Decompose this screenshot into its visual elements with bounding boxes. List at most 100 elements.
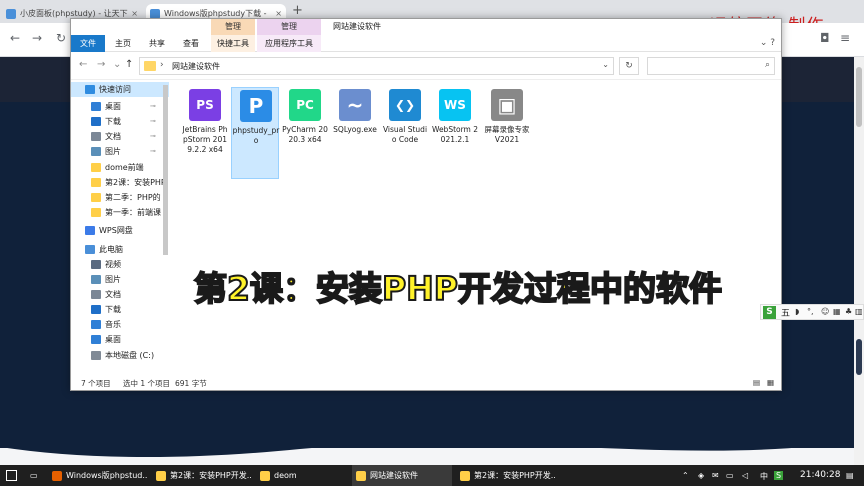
file-item[interactable]: ~ SQLyog.exe — [331, 87, 379, 179]
file-item[interactable]: PC PyCharm 2020.3 x64 — [281, 87, 329, 179]
item-count: 7 个项目 — [81, 379, 111, 388]
back-icon[interactable]: ← — [10, 31, 20, 45]
ime-language[interactable]: 中 — [760, 471, 768, 482]
reload-icon[interactable]: ↻ — [56, 31, 66, 45]
large-icons-view-icon[interactable]: ▦ — [767, 378, 774, 387]
tab-title: Windows版phpstudy下载 - — [164, 9, 267, 18]
halfwidth-icon[interactable]: ◗ — [795, 307, 799, 316]
emoji-icon[interactable]: ☺ — [821, 307, 829, 316]
forward-icon[interactable]: → — [97, 59, 105, 70]
nav-item[interactable]: 第2课：安装PHP — [71, 175, 169, 190]
keyboard-icon[interactable]: ▦ — [833, 307, 841, 316]
file-item[interactable]: WS WebStorm 2021.2.1 — [431, 87, 479, 179]
clock[interactable]: 21:40:28 — [800, 470, 840, 480]
details-view-icon[interactable]: ▤ — [753, 378, 760, 387]
pin-icon[interactable]: ⊸ — [150, 144, 156, 159]
nav-pane-scrollbar[interactable] — [163, 85, 168, 255]
nav-item[interactable]: 文档 — [71, 287, 169, 302]
up-icon[interactable]: ↑ — [125, 59, 133, 70]
manage-context-header[interactable]: 管理 — [257, 19, 321, 35]
file-item[interactable]: ▣ 屏幕录像专家V2021 — [483, 87, 531, 179]
network-icon[interactable]: ▭ — [726, 471, 734, 480]
page-scrollbar[interactable] — [854, 57, 864, 465]
nav-item[interactable]: 此电脑 — [71, 242, 169, 257]
nav-item[interactable]: dome前端 — [71, 160, 169, 175]
menu-icon[interactable]: ≡ — [840, 31, 850, 45]
nav-item[interactable]: 文档 ⊸ — [71, 129, 169, 144]
pin-icon[interactable]: ⊸ — [150, 129, 156, 144]
path-segment[interactable]: 网站建设软件 — [172, 61, 220, 72]
chevron-right-icon[interactable]: › — [160, 60, 164, 70]
taskbar-item[interactable]: 网站建设软件 — [352, 465, 452, 486]
ime-mode[interactable]: 五 — [781, 306, 790, 319]
skin-icon[interactable]: ♣ — [845, 307, 852, 316]
search-input[interactable]: ⌕ — [647, 57, 775, 75]
nav-item[interactable]: 桌面 ⊸ — [71, 99, 169, 114]
wechat-icon[interactable]: ✉ — [712, 471, 719, 480]
tab-file[interactable]: 文件 — [71, 35, 105, 52]
file-item[interactable]: ❮❯ Visual Studio Code — [381, 87, 429, 179]
nav-item[interactable]: 音乐 — [71, 317, 169, 332]
chevron-down-icon[interactable]: ⌄ — [602, 60, 609, 69]
sogou-icon[interactable]: S — [763, 306, 776, 319]
back-icon[interactable]: ← — [79, 59, 87, 70]
window-title: 网站建设软件 — [333, 22, 381, 31]
nav-item[interactable]: 桌面 — [71, 332, 169, 347]
nav-item-label: 本地磁盘 (C:) — [105, 351, 155, 360]
nav-item[interactable]: WPS网盘 — [71, 223, 169, 238]
tab-application-tools[interactable]: 应用程序工具 — [257, 35, 321, 52]
nav-item[interactable]: 图片 ⊸ — [71, 144, 169, 159]
pin-icon[interactable]: ⊸ — [150, 99, 156, 114]
shield-icon[interactable]: ◘ — [820, 31, 830, 45]
security-icon[interactable]: ◈ — [698, 471, 704, 480]
manage-context-header[interactable]: 管理 — [211, 19, 255, 35]
nav-item[interactable]: 图片 — [71, 272, 169, 287]
tab-shortcut-tools[interactable]: 快捷工具 — [211, 35, 255, 52]
scroll-thumb[interactable] — [856, 67, 862, 127]
tools-icon[interactable]: ▥ — [855, 307, 863, 316]
pin-icon[interactable]: ⊸ — [150, 114, 156, 129]
nav-item[interactable]: 快速访问 — [71, 82, 169, 97]
nav-item-label: 第2课：安装PHP — [105, 178, 166, 187]
nav-item[interactable]: 本地磁盘 (C:) — [71, 348, 169, 363]
explorer-window: 管理 管理 网站建设软件 文件 主页 共享 查看 快捷工具 应用程序工具 ⌄ ?… — [70, 18, 782, 391]
volume-icon[interactable]: ◁ — [742, 471, 748, 480]
task-view-icon[interactable]: ▭ — [30, 471, 38, 480]
nav-item[interactable]: 第二季：PHP的 — [71, 190, 169, 205]
taskbar-item[interactable]: deom — [256, 465, 348, 486]
tab-view[interactable]: 查看 — [177, 35, 205, 52]
punctuation-icon[interactable]: °, — [807, 307, 814, 316]
vscode-icon: ❮❯ — [389, 89, 421, 121]
taskbar-item[interactable]: 第2课：安装PHP开发... — [456, 465, 556, 486]
video-icon — [91, 260, 101, 269]
forward-icon[interactable]: → — [32, 31, 42, 45]
new-tab-button[interactable]: + — [292, 3, 303, 18]
firefox-icon — [52, 470, 62, 481]
nav-item[interactable]: 下载 — [71, 302, 169, 317]
file-name: phpstudy_pro — [232, 126, 280, 145]
file-item[interactable]: Pphpstudy_pro — [231, 87, 279, 179]
scroll-thumb-lower[interactable] — [856, 339, 862, 375]
expand-ribbon-icon[interactable]: ⌄ ? — [760, 38, 775, 48]
webstorm-icon: WS — [439, 89, 471, 121]
nav-item[interactable]: 下载 ⊸ — [71, 114, 169, 129]
recent-dropdown-icon[interactable]: ⌄ — [113, 59, 121, 70]
sogou-tray-icon[interactable]: S — [774, 471, 784, 480]
file-item[interactable]: PS JetBrains PhpStorm 2019.2.2 x64 — [181, 87, 229, 179]
address-bar-row: ← → ⌄ ↑ › 网站建设软件 ⌄ ↻ ⌕ — [71, 52, 781, 80]
folder-icon — [260, 470, 270, 481]
nav-item[interactable]: 视频 — [71, 257, 169, 272]
ime-toolbar[interactable]: S 五 ◗ °, ☺ ▦ ♣ ▥ — [760, 304, 864, 320]
address-bar[interactable]: › 网站建设软件 ⌄ — [139, 57, 614, 75]
taskbar-item[interactable]: Windows版phpstud... — [48, 465, 148, 486]
cloud-icon — [85, 226, 95, 235]
tab-home[interactable]: 主页 — [109, 35, 137, 52]
nav-item[interactable]: 第一季：前端课 — [71, 205, 169, 220]
refresh-button[interactable]: ↻ — [619, 57, 639, 75]
taskbar-item[interactable]: 第2课：安装PHP开发... — [152, 465, 252, 486]
notifications-icon[interactable]: ▤ — [846, 471, 854, 480]
tray-expand-icon[interactable]: ⌃ — [682, 471, 689, 480]
tab-share[interactable]: 共享 — [143, 35, 171, 52]
windows-start-icon[interactable] — [6, 470, 17, 481]
nav-item-label: 图片 — [105, 147, 121, 156]
